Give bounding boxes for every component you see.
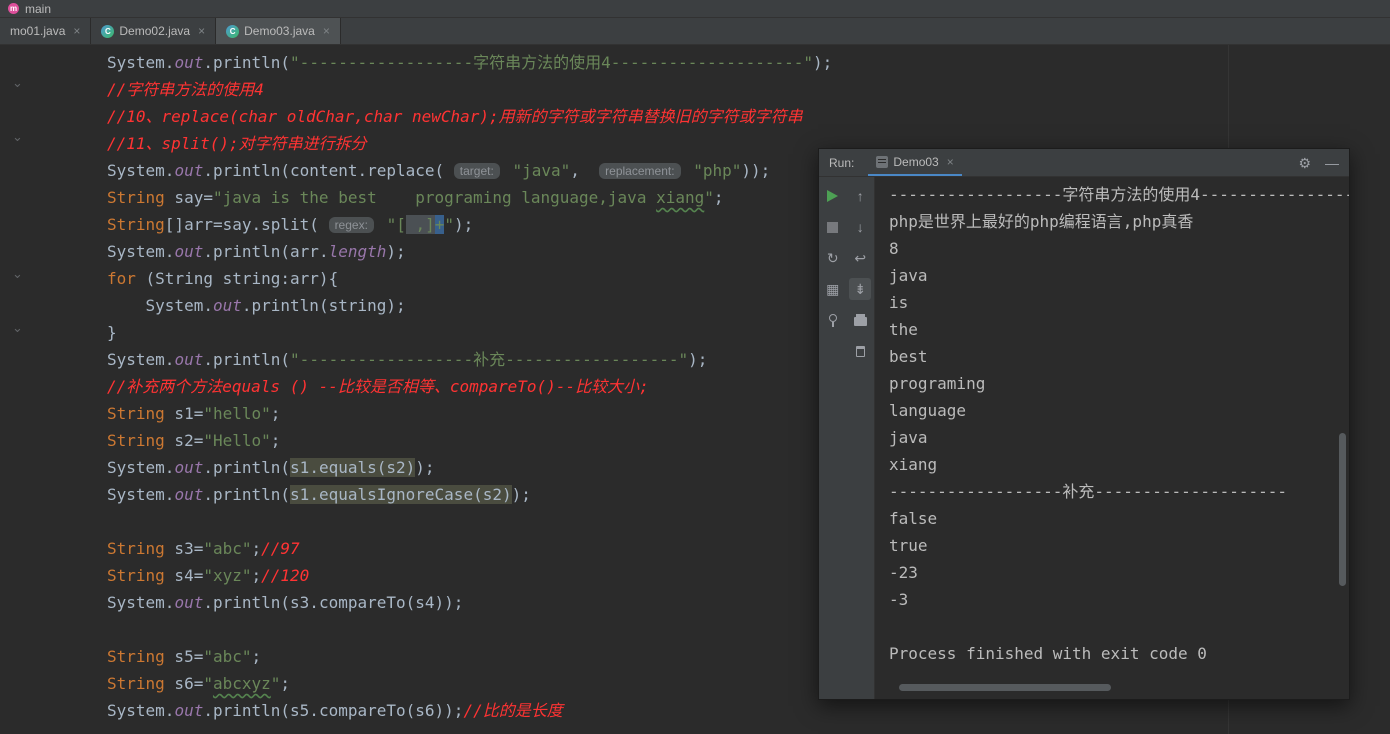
console-output: ------------------字符串方法的使用4-------------… (889, 181, 1349, 667)
minimize-icon[interactable]: — (1325, 156, 1339, 170)
code-line: System.out.println(arr.length); (107, 242, 406, 261)
console-line: language (889, 401, 967, 420)
tab-label: mo01.java (10, 24, 66, 38)
console-line: java (889, 428, 928, 447)
close-icon[interactable]: × (198, 24, 205, 38)
run-tool-window: Run: Demo03 × ⚙ — ↻ ▦ ↑ ↓ ↩ ⇟ ----------… (818, 148, 1350, 700)
down-stack-trace-button[interactable]: ↓ (849, 216, 871, 238)
console-line: the (889, 320, 918, 339)
rerun-failed-button[interactable]: ↻ (822, 247, 844, 269)
code-line: System.out.println(s1.equals(s2)); (107, 458, 435, 477)
close-icon[interactable]: × (947, 155, 954, 169)
code-line: String s6="abcxyz"; (107, 674, 291, 693)
console-line: 8 (889, 239, 899, 258)
code-line: } (107, 323, 117, 342)
console-line: programing (889, 374, 986, 393)
print-button[interactable] (849, 309, 871, 331)
code-line: for (String string:arr){ (107, 269, 339, 288)
pin-tab-button[interactable] (822, 309, 844, 331)
console-line: Process finished with exit code 0 (889, 644, 1207, 663)
tab-demo01[interactable]: mo01.java × (0, 18, 92, 44)
console-line: is (889, 293, 909, 312)
code-line: //11、split();对字符串进行拆分 (107, 134, 367, 153)
run-controls-column: ↻ ▦ (819, 177, 847, 699)
printer-icon (853, 313, 867, 326)
clear-all-button[interactable] (849, 340, 871, 362)
console-line: -23 (889, 563, 918, 582)
fold-marker-icon[interactable]: ⌄ (12, 130, 23, 144)
trash-icon (855, 345, 865, 357)
code-line: String[]arr=say.split( regex: "[ ,]+"); (107, 215, 474, 234)
run-toolbar: ↻ ▦ ↑ ↓ ↩ ⇟ (819, 177, 875, 699)
fold-marker-icon[interactable]: ⌄ (12, 76, 23, 90)
tab-demo03[interactable]: C Demo03.java × (216, 18, 341, 44)
console-line: false (889, 509, 938, 528)
run-header-actions: ⚙ — (1298, 156, 1339, 170)
play-icon (827, 190, 839, 202)
run-tab-label: Demo03 (893, 154, 939, 169)
code-area[interactable]: System.out.println("------------------字符… (107, 49, 832, 724)
tab-demo02[interactable]: C Demo02.java × (91, 18, 217, 44)
run-body: ↻ ▦ ↑ ↓ ↩ ⇟ ------------------字符串方法的使用4-… (819, 177, 1349, 699)
class-icon: C (101, 24, 115, 38)
code-line: System.out.println(s1.equalsIgnoreCase(s… (107, 485, 531, 504)
rerun-button[interactable] (822, 185, 844, 207)
code-line: System.out.println("------------------补充… (107, 350, 708, 369)
code-line: System.out.println(s5.compareTo(s6));//比… (107, 701, 563, 720)
console-line: true (889, 536, 928, 555)
code-line: String s3="abc";//97 (107, 539, 300, 558)
tab-label: Demo02.java (119, 24, 191, 38)
main-toolbar: m main (0, 0, 1390, 18)
branch-label[interactable]: main (25, 2, 51, 16)
console-actions-column: ↑ ↓ ↩ ⇟ (847, 177, 875, 699)
run-title: Run: (829, 155, 855, 170)
tab-label: Demo03.java (244, 24, 315, 38)
console-icon (876, 155, 889, 168)
fold-marker-icon[interactable]: ⌄ (12, 267, 23, 281)
stop-button[interactable] (822, 216, 844, 238)
console-line: php是世界上最好的php编程语言,php真香 (889, 212, 1194, 231)
fold-marker-icon[interactable]: ⌄ (12, 321, 23, 335)
code-line: //补充两个方法equals () --比较是否相等、compareTo()--… (107, 377, 649, 396)
stop-icon (827, 221, 839, 233)
gear-icon[interactable]: ⚙ (1298, 156, 1311, 170)
console-line: -3 (889, 590, 909, 609)
horizontal-scrollbar-thumb[interactable] (899, 684, 1111, 691)
code-line: String s4="xyz";//120 (107, 566, 310, 585)
soft-wrap-button[interactable]: ↩ (849, 247, 871, 269)
horizontal-scrollbar[interactable] (875, 684, 1349, 693)
code-line: String s2="Hello"; (107, 431, 281, 450)
close-icon[interactable]: × (323, 24, 330, 38)
code-line: System.out.println(content.replace( targ… (107, 161, 771, 180)
close-icon[interactable]: × (73, 24, 80, 38)
console-line: ------------------字符串方法的使用4-------------… (889, 185, 1349, 204)
restore-layout-button[interactable]: ▦ (822, 278, 844, 300)
console-line: java (889, 266, 928, 285)
code-line: String say="java is the best programing … (107, 188, 724, 207)
code-line: //10、replace(char oldChar,char newChar);… (107, 107, 803, 126)
branch-icon[interactable]: m (8, 3, 19, 14)
editor-tabs: mo01.java × C Demo02.java × C Demo03.jav… (0, 18, 1390, 45)
code-line: System.out.println(s3.compareTo(s4)); (107, 593, 464, 612)
code-line: //字符串方法的使用4 (107, 80, 264, 99)
class-icon: C (226, 24, 240, 38)
console-line: best (889, 347, 928, 366)
console-line: ------------------补充-------------------- (889, 482, 1288, 501)
code-line: System.out.println("------------------字符… (107, 53, 833, 72)
run-header: Run: Demo03 × ⚙ — (819, 149, 1349, 177)
console[interactable]: ------------------字符串方法的使用4-------------… (875, 177, 1349, 699)
up-stack-trace-button[interactable]: ↑ (849, 185, 871, 207)
vertical-scrollbar[interactable] (1339, 433, 1346, 586)
code-line: String s1="hello"; (107, 404, 281, 423)
ide-window: m main mo01.java × C Demo02.java × C Dem… (0, 0, 1390, 734)
code-line: System.out.println(string); (107, 296, 406, 315)
console-line: xiang (889, 455, 938, 474)
pin-icon (828, 314, 837, 327)
scroll-to-end-button[interactable]: ⇟ (849, 278, 872, 300)
code-line: String s5="abc"; (107, 647, 262, 666)
run-tab-demo03[interactable]: Demo03 × (868, 149, 962, 176)
